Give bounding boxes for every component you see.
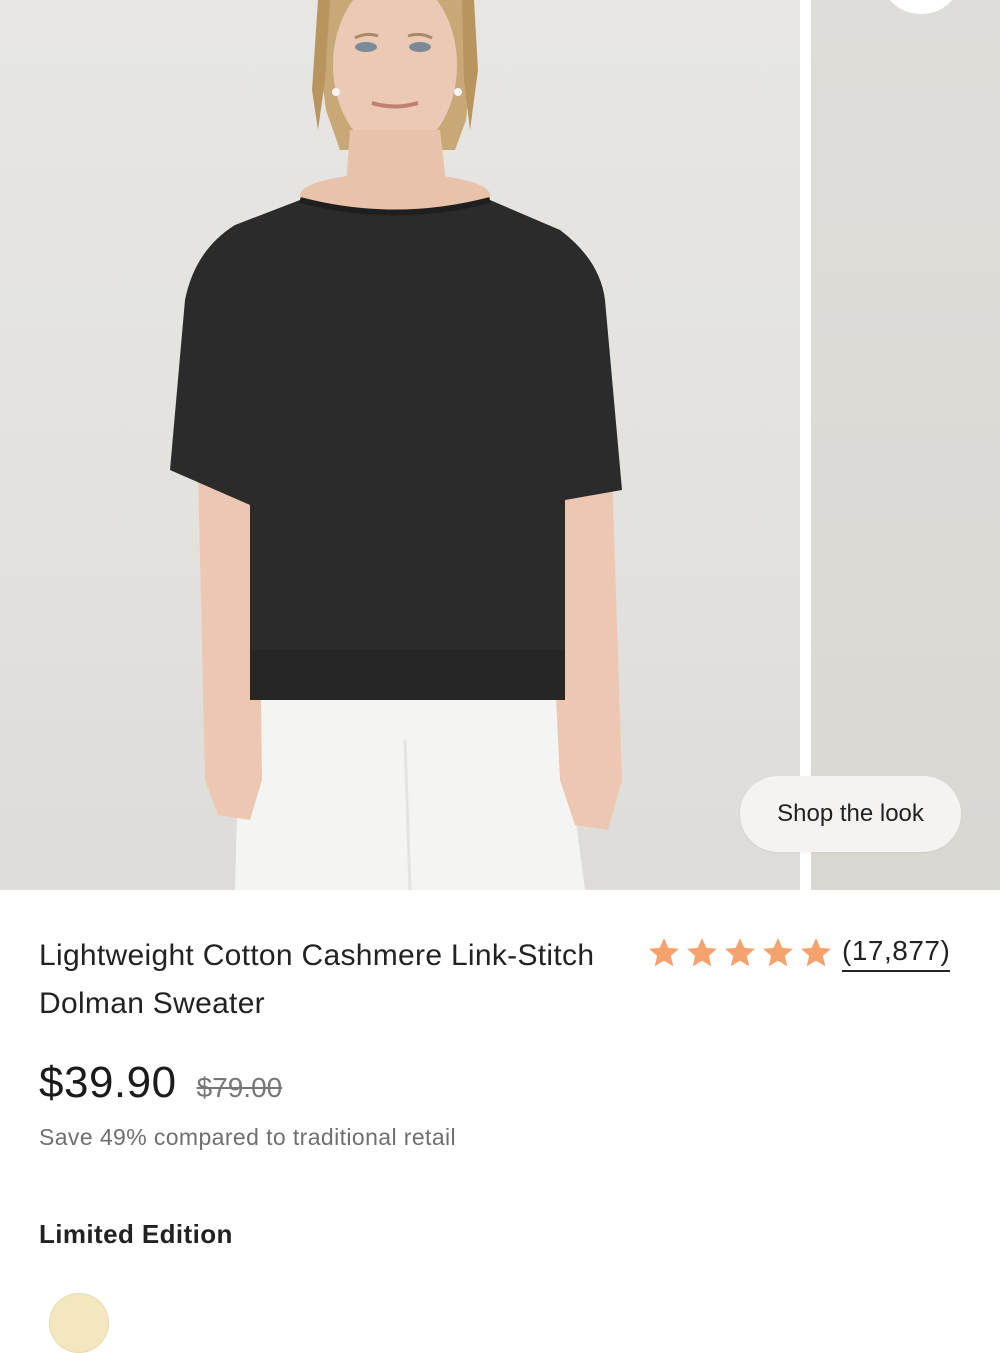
star-icon [687,938,717,967]
product-title: Lightweight Cotton Cashmere Link-Stitch … [39,939,595,1020]
product-image-next[interactable] [811,0,1000,890]
color-swatch-cream[interactable] [49,1293,109,1353]
gallery-divider [800,0,811,890]
star-icon [649,938,679,967]
original-price: $79.00 [196,1072,283,1103]
price-row: $39.90 $79.00 [39,1058,282,1108]
review-count-link[interactable]: (17,877) [842,934,951,972]
product-image-gallery[interactable]: Shop the look [0,0,1000,890]
savings-text: Save 49% compared to traditional retail [39,1124,457,1150]
model-photo [170,0,622,890]
star-icon [725,938,755,967]
star-icon [801,938,831,967]
star-icon [763,938,793,967]
edition-label: Limited Edition [39,1219,233,1249]
shop-the-look-button[interactable]: Shop the look [740,776,961,852]
rating-stars [646,935,834,971]
product-rating[interactable]: (17,877) [646,934,951,972]
product-image-main[interactable] [0,0,800,890]
sale-price: $39.90 [39,1058,177,1107]
